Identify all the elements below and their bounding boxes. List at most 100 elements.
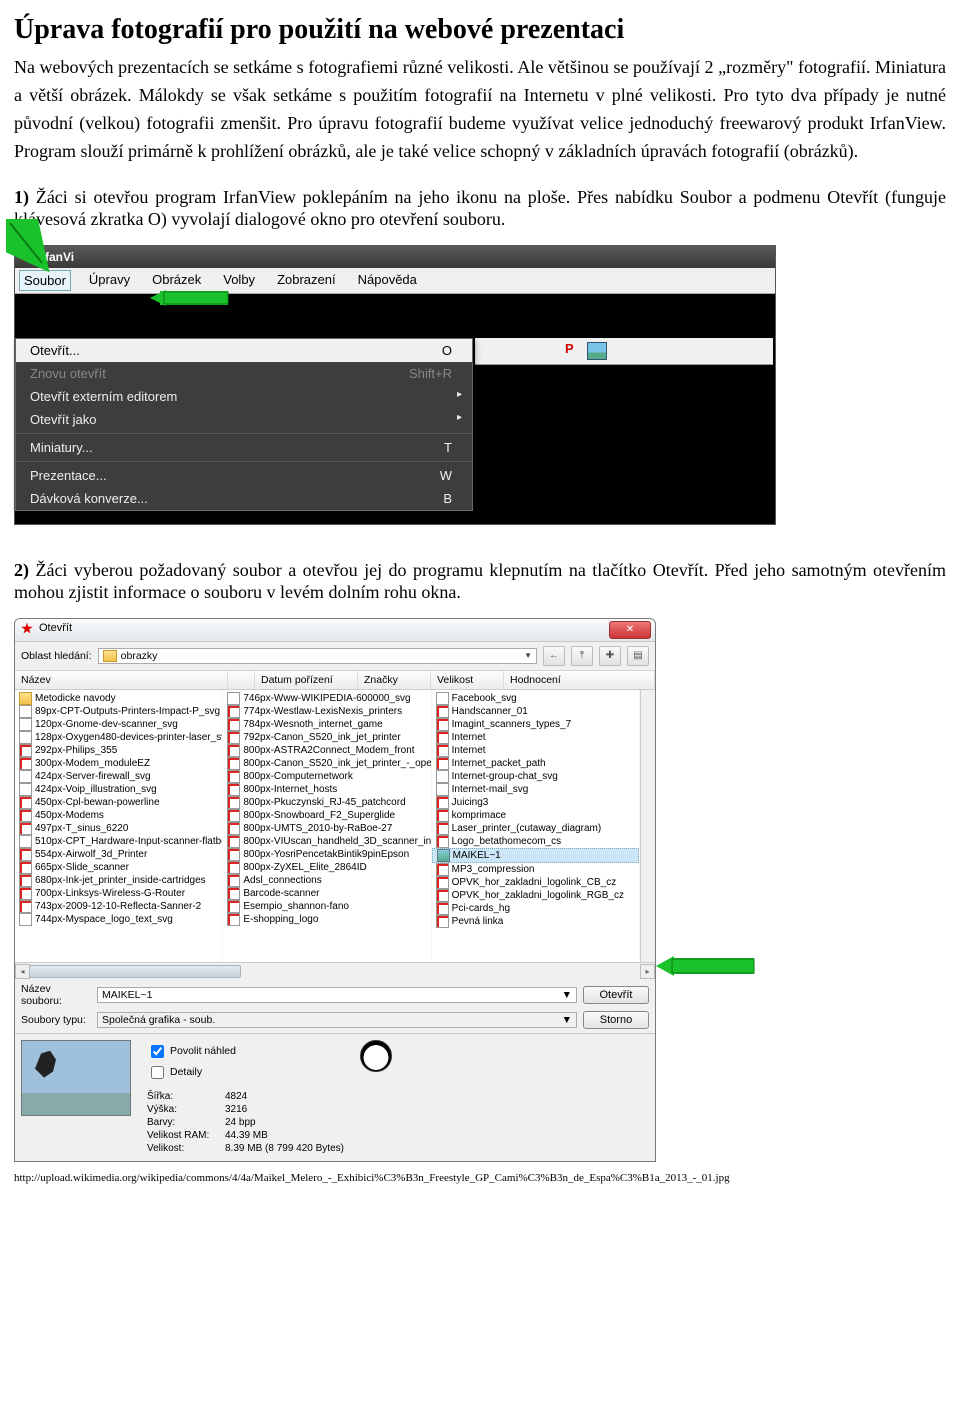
- menu-upravy[interactable]: Úpravy: [85, 270, 134, 291]
- hscrollbar[interactable]: ◂ ▸: [15, 962, 655, 979]
- file-item[interactable]: 680px-Ink-jet_printer_inside-cartridges: [15, 874, 222, 887]
- back-button[interactable]: ←: [543, 646, 565, 666]
- col-nazev[interactable]: Název: [15, 671, 228, 689]
- file-name-text: 700px-Linksys-Wireless-G-Router: [35, 887, 185, 900]
- up-button[interactable]: ⤒: [571, 646, 593, 666]
- chk-detaily[interactable]: Detaily: [147, 1063, 344, 1082]
- file-item[interactable]: Facebook_svg: [432, 692, 639, 705]
- file-item[interactable]: Barcode-scanner: [223, 887, 430, 900]
- file-item[interactable]: 450px-Cpl-bewan-powerline: [15, 796, 222, 809]
- file-item[interactable]: Internet: [432, 731, 639, 744]
- file-item[interactable]: 300px-Modem_moduleEZ: [15, 757, 222, 770]
- file-item[interactable]: 800px-Snowboard_F2_Superglide: [223, 809, 430, 822]
- filetype-field[interactable]: Společná grafika - soub. ▼: [97, 1012, 577, 1028]
- svg-icon: [436, 783, 449, 796]
- menuitem[interactable]: Znovu otevřítShift+R: [16, 362, 472, 385]
- file-item[interactable]: 800px-UMTS_2010-by-RaBoe-27: [223, 822, 430, 835]
- file-item[interactable]: komprimace: [432, 809, 639, 822]
- file-item[interactable]: Internet-mail_svg: [432, 783, 639, 796]
- file-item[interactable]: MP3_compression: [432, 863, 639, 876]
- file-item[interactable]: 792px-Canon_S520_ink_jet_printer: [223, 731, 430, 744]
- irfanview-titlebar[interactable]: IrfanVi: [15, 246, 775, 268]
- file-item[interactable]: Pci-cards_hg: [432, 902, 639, 915]
- file-item[interactable]: Adsl_connections: [223, 874, 430, 887]
- open-dialog-titlebar[interactable]: Otevřít ✕: [15, 619, 655, 642]
- file-item[interactable]: 800px-VIUscan_handheld_3D_scanner_in_use: [223, 835, 430, 848]
- hscroll-thumb[interactable]: [29, 965, 241, 978]
- hscroll-left[interactable]: ◂: [15, 964, 30, 979]
- file-item[interactable]: 800px-Computernetwork: [223, 770, 430, 783]
- file-item[interactable]: 120px-Gnome-dev-scanner_svg: [15, 718, 222, 731]
- file-list[interactable]: Metodicke navody89px-CPT-Outputs-Printer…: [15, 690, 655, 962]
- lookin-combo[interactable]: obrazky ▼: [98, 648, 537, 664]
- file-item[interactable]: Handscanner_01: [432, 705, 639, 718]
- file-item[interactable]: MAIKEL~1: [432, 848, 639, 863]
- filename-field[interactable]: MAIKEL~1 ▼: [97, 987, 577, 1003]
- file-item[interactable]: Internet: [432, 744, 639, 757]
- file-item[interactable]: 450px-Modems: [15, 809, 222, 822]
- file-item[interactable]: Internet_packet_path: [432, 757, 639, 770]
- menu-zobrazeni[interactable]: Zobrazení: [273, 270, 340, 291]
- close-button[interactable]: ✕: [609, 621, 651, 639]
- file-item[interactable]: Metodicke navody: [15, 692, 222, 705]
- menuitem[interactable]: Prezentace...W: [16, 464, 472, 487]
- file-item[interactable]: 774px-Westlaw-LexisNexis_printers: [223, 705, 430, 718]
- file-item[interactable]: OPVK_hor_zakladni_logolink_CB_cz: [432, 876, 639, 889]
- file-item[interactable]: Laser_printer_(cutaway_diagram): [432, 822, 639, 835]
- chk-povolit-nahled[interactable]: Povolit náhled: [147, 1042, 344, 1061]
- menu-soubor[interactable]: Soubor: [19, 270, 71, 291]
- col-velikost[interactable]: Velikost: [431, 671, 504, 689]
- file-item[interactable]: Internet-group-chat_svg: [432, 770, 639, 783]
- cancel-button[interactable]: Storno: [583, 1011, 649, 1029]
- file-item[interactable]: 89px-CPT-Outputs-Printers-Impact-P_svg: [15, 705, 222, 718]
- col-znacky[interactable]: Značky: [358, 671, 431, 689]
- combo-dropdown-icon[interactable]: ▼: [524, 651, 532, 660]
- file-item[interactable]: Logo_betathomecom_cs: [432, 835, 639, 848]
- viewmenu-button[interactable]: ▤: [627, 646, 649, 666]
- red-icon: [436, 744, 449, 757]
- column-headers[interactable]: Název Datum pořízení Značky Velikost Hod…: [15, 671, 655, 690]
- file-item[interactable]: 554px-Airwolf_3d_Printer: [15, 848, 222, 861]
- open-button[interactable]: Otevřít: [583, 986, 649, 1004]
- file-item[interactable]: 784px-Wesnoth_internet_game: [223, 718, 430, 731]
- file-item[interactable]: Esempio_shannon-fano: [223, 900, 430, 913]
- menuitem[interactable]: Miniatury...T: [16, 436, 472, 459]
- file-item[interactable]: 800px-ZyXEL_Elite_2864ID: [223, 861, 430, 874]
- file-item[interactable]: Juicing3: [432, 796, 639, 809]
- file-item[interactable]: 497px-T_sinus_6220: [15, 822, 222, 835]
- file-item[interactable]: Pevná linka: [432, 915, 639, 928]
- menuitem[interactable]: Otevřít jako▸: [16, 408, 472, 431]
- menuitem[interactable]: Otevřít...O: [16, 339, 472, 362]
- menuitem[interactable]: Dávková konverze...B: [16, 487, 472, 510]
- newfolder-button[interactable]: ✚: [599, 646, 621, 666]
- file-item[interactable]: 128px-Oxygen480-devices-printer-laser_sv…: [15, 731, 222, 744]
- file-item[interactable]: 700px-Linksys-Wireless-G-Router: [15, 887, 222, 900]
- vscrollbar[interactable]: [640, 690, 655, 962]
- toolbar-landscape-icon[interactable]: [587, 342, 607, 360]
- menuitem[interactable]: Otevřít externím editorem▸: [16, 385, 472, 408]
- file-item[interactable]: 424px-Voip_illustration_svg: [15, 783, 222, 796]
- file-item[interactable]: 510px-CPT_Hardware-Input-scanner-flatbed…: [15, 835, 222, 848]
- file-item[interactable]: OPVK_hor_zakladni_logolink_RGB_cz: [432, 889, 639, 902]
- file-item[interactable]: 800px-Pkuczynski_RJ-45_patchcord: [223, 796, 430, 809]
- file-item[interactable]: 665px-Slide_scanner: [15, 861, 222, 874]
- menu-napoveda[interactable]: Nápověda: [354, 270, 421, 291]
- col-spacer[interactable]: [228, 671, 255, 689]
- file-item[interactable]: 744px-Myspace_logo_text_svg: [15, 913, 222, 926]
- file-item[interactable]: 746px-Www-WIKIPEDIA-600000_svg: [223, 692, 430, 705]
- file-item[interactable]: 800px-YosriPencetakBintik9pinEpson: [223, 848, 430, 861]
- file-name-text: 450px-Cpl-bewan-powerline: [35, 796, 160, 809]
- file-item[interactable]: 424px-Server-firewall_svg: [15, 770, 222, 783]
- col-hodnoceni[interactable]: Hodnocení: [504, 671, 655, 689]
- file-item[interactable]: 800px-Canon_S520_ink_jet_printer_-_opene…: [223, 757, 430, 770]
- file-item[interactable]: E-shopping_logo: [223, 913, 430, 926]
- file-item[interactable]: 292px-Philips_355: [15, 744, 222, 757]
- file-item[interactable]: Imagint_scanners_types_7: [432, 718, 639, 731]
- file-item[interactable]: 800px-Internet_hosts: [223, 783, 430, 796]
- file-item[interactable]: 743px-2009-12-10-Reflecta-Sanner-2: [15, 900, 222, 913]
- red-icon: [436, 705, 449, 718]
- hscroll-right[interactable]: ▸: [640, 964, 655, 979]
- file-item[interactable]: 800px-ASTRA2Connect_Modem_front: [223, 744, 430, 757]
- col-datum[interactable]: Datum pořízení: [255, 671, 358, 689]
- file-name-text: Esempio_shannon-fano: [243, 900, 349, 913]
